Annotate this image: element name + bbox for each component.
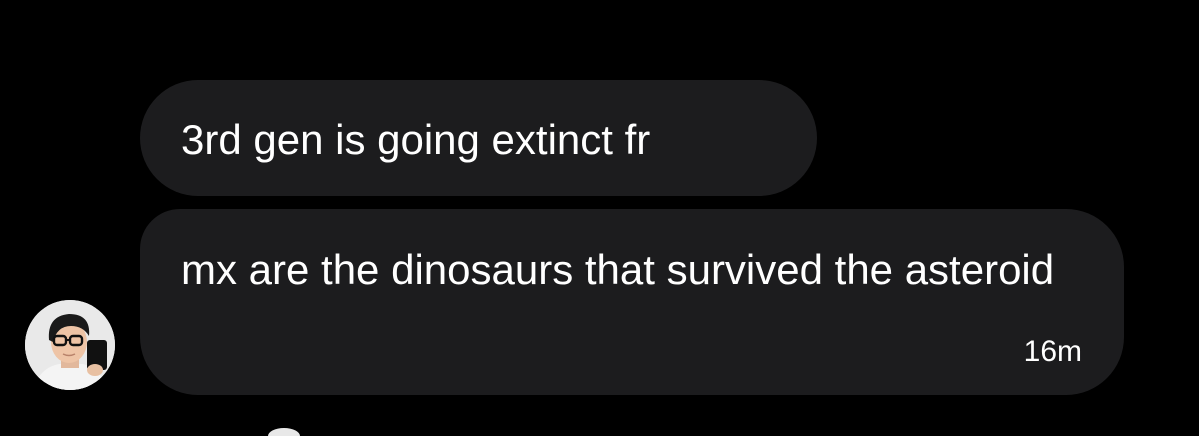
reaction-icon[interactable] (268, 428, 300, 436)
message-timestamp: 16m (1023, 335, 1082, 368)
message-text: mx are the dinosaurs that survived the a… (181, 246, 1055, 293)
profile-photo-icon (25, 300, 115, 390)
message-bubble[interactable]: mx are the dinosaurs that survived the a… (140, 209, 1124, 395)
sender-avatar[interactable] (25, 300, 115, 390)
message-thread: 3rd gen is going extinct fr mx are the d… (0, 0, 1199, 436)
message-text: 3rd gen is going extinct fr (181, 116, 651, 163)
message-bubble[interactable]: 3rd gen is going extinct fr (140, 80, 817, 196)
